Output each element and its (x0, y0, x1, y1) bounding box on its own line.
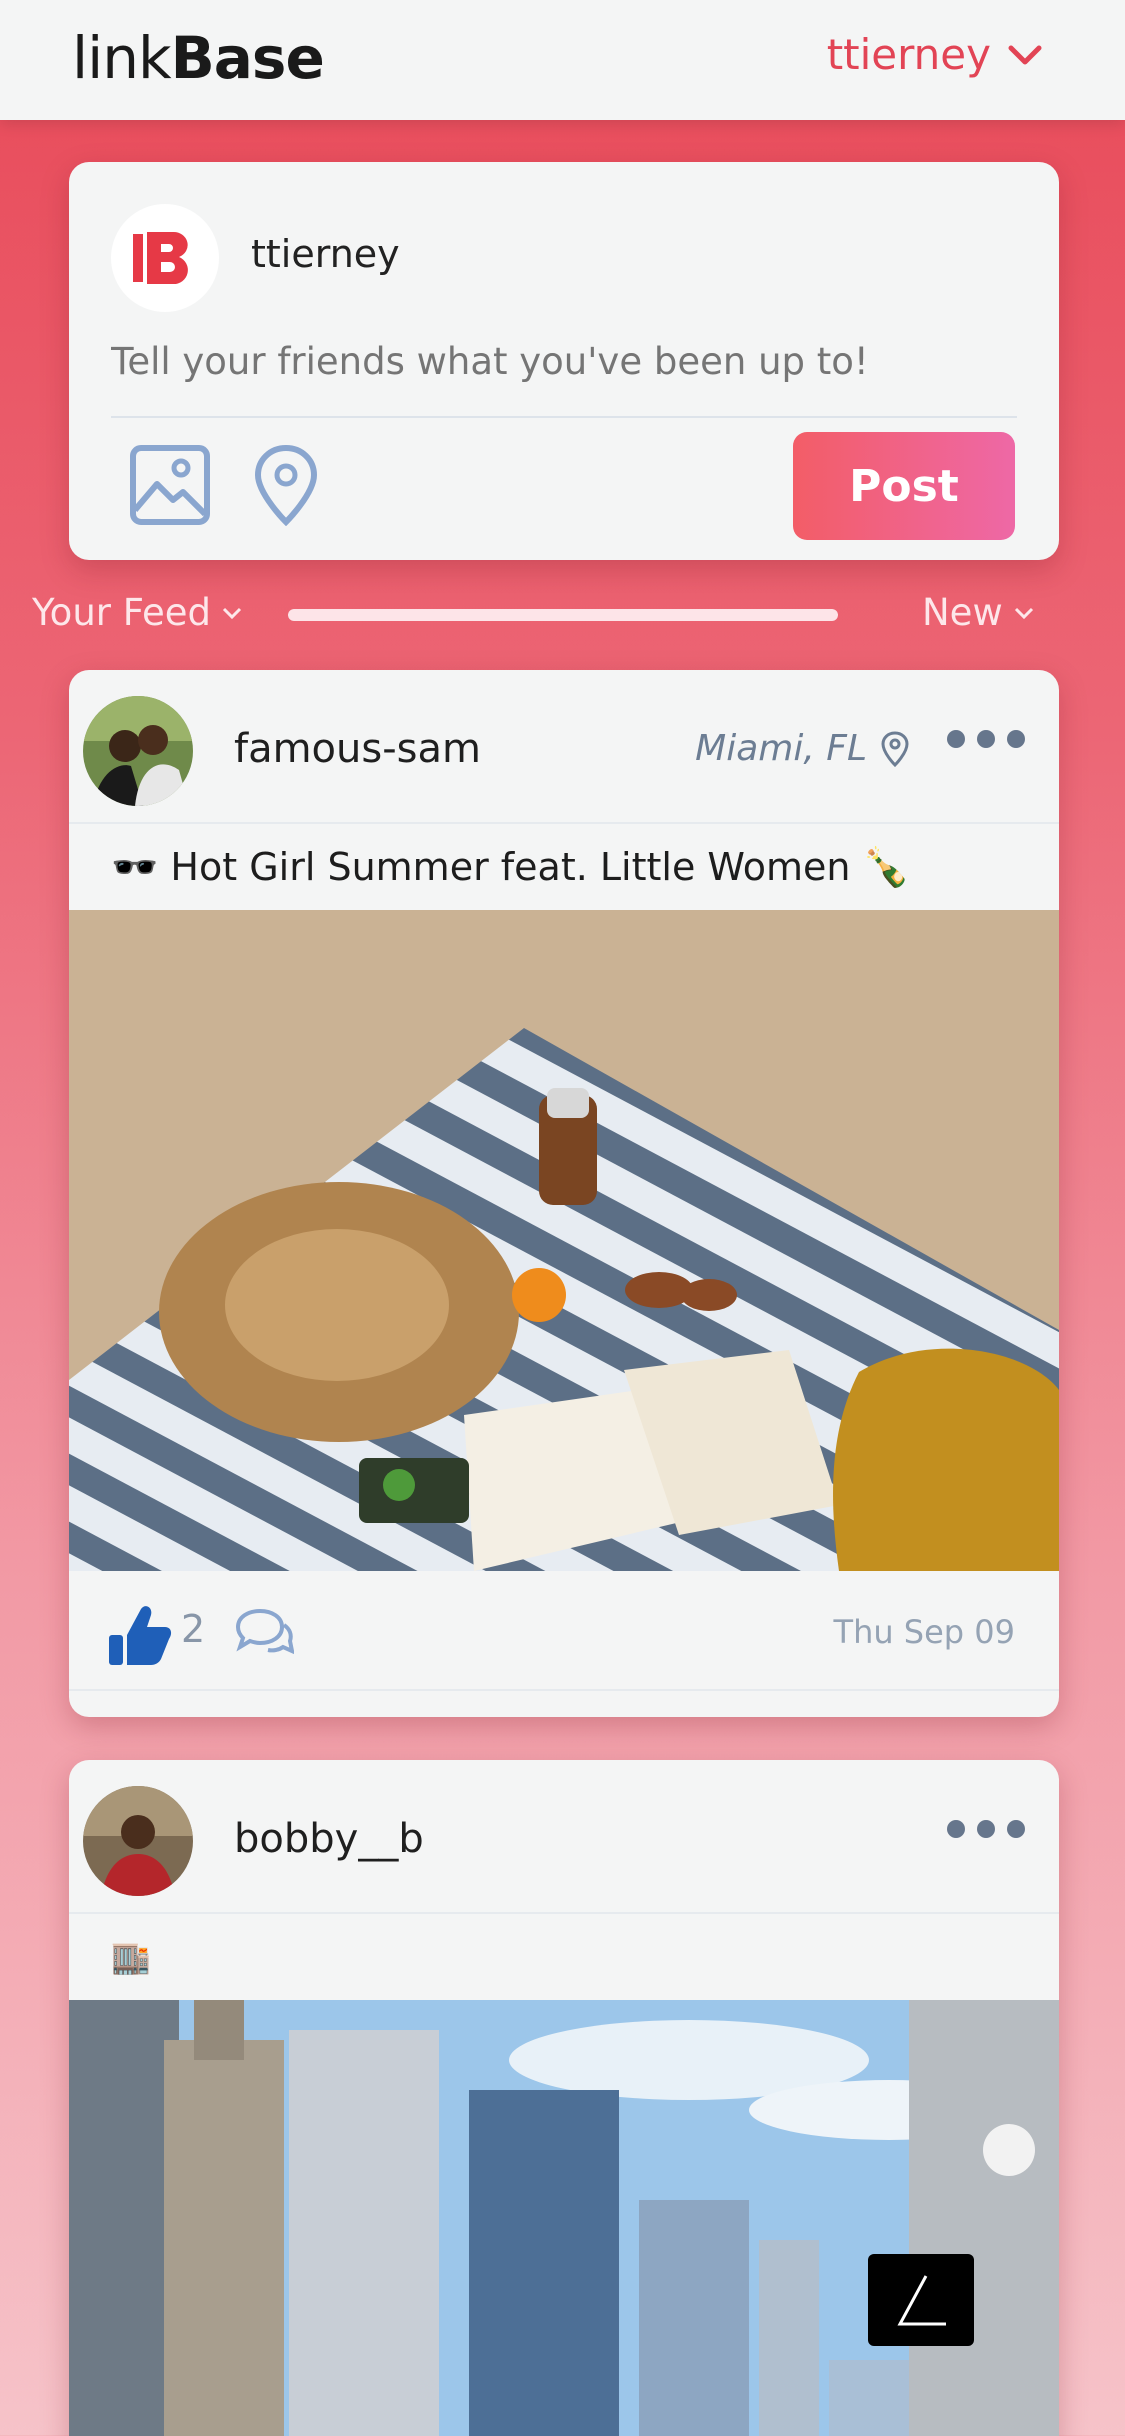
post-composer: ttierney Post (69, 162, 1059, 560)
comments-icon[interactable] (232, 1607, 294, 1657)
dot-icon (977, 1820, 995, 1838)
more-options-button[interactable] (947, 730, 1025, 748)
chevron-down-icon (222, 607, 242, 619)
post-button[interactable]: Post (793, 432, 1015, 540)
sort-label: New (922, 591, 1003, 634)
thumbs-up-icon[interactable] (107, 1601, 173, 1667)
sort-dropdown[interactable]: New (922, 591, 1035, 634)
floating-action-button[interactable] (868, 2254, 974, 2346)
beach-photo (69, 910, 1059, 1571)
post-date: Thu Sep 09 (833, 1613, 1015, 1651)
dot-icon (947, 1820, 965, 1838)
post-location-text: Miami, FL (695, 728, 867, 769)
dot-icon (977, 730, 995, 748)
post-image[interactable] (69, 2000, 1059, 2436)
logo-text-light: link (72, 24, 172, 92)
like-count: 2 (181, 1607, 206, 1651)
more-options-button[interactable] (947, 1820, 1025, 1838)
image-icon[interactable] (129, 444, 211, 526)
user-menu-button[interactable]: ttierney (827, 30, 1043, 79)
composer-divider (111, 416, 1017, 418)
dot-icon (947, 730, 965, 748)
post-location[interactable]: Miami, FL (695, 728, 909, 769)
author-avatar[interactable] (83, 696, 193, 806)
feed-filter-dropdown[interactable]: Your Feed (32, 591, 243, 634)
avatar-photo (83, 696, 193, 806)
post-caption: 🏬 (111, 1938, 151, 1976)
author-username[interactable]: bobby__b (234, 1816, 424, 1862)
feed-filter-label: Your Feed (32, 591, 212, 634)
user-menu-label: ttierney (826, 30, 991, 79)
feed-progress-fill (288, 609, 838, 621)
post-image[interactable] (69, 910, 1059, 1571)
dot-icon (1007, 730, 1025, 748)
top-bar: linkBase ttierney (0, 0, 1125, 120)
user-avatar[interactable] (111, 204, 219, 312)
post-footer: 2 Thu Sep 09 (69, 1571, 1059, 1691)
author-username[interactable]: famous-sam (234, 726, 481, 772)
status-input[interactable] (111, 340, 1011, 383)
avatar-photo (83, 1786, 193, 1896)
post-card: famous-sam Miami, FL 🕶️ Hot Girl Summer … (69, 670, 1059, 1717)
author-avatar[interactable] (83, 1786, 193, 1896)
post-caption: 🕶️ Hot Girl Summer feat. Little Women 🍾 (111, 844, 910, 889)
location-pin-icon (881, 730, 909, 767)
city-photo (69, 2000, 1059, 2436)
post-header: famous-sam Miami, FL (69, 670, 1059, 824)
angle-icon (897, 2275, 946, 2326)
dot-icon (1007, 1820, 1025, 1838)
post-header: bobby__b (69, 1760, 1059, 1914)
composer-username: ttierney (251, 232, 400, 276)
chevron-down-icon (1014, 607, 1033, 619)
chevron-down-icon (1008, 45, 1042, 64)
feed-controls: Your Feed New (0, 585, 1125, 645)
linkbase-logo-icon (133, 231, 188, 285)
app-logo[interactable]: linkBase (72, 24, 325, 92)
logo-text-bold: Base (170, 24, 325, 92)
location-pin-icon[interactable] (251, 444, 321, 526)
feed-progress-bar (288, 609, 838, 621)
